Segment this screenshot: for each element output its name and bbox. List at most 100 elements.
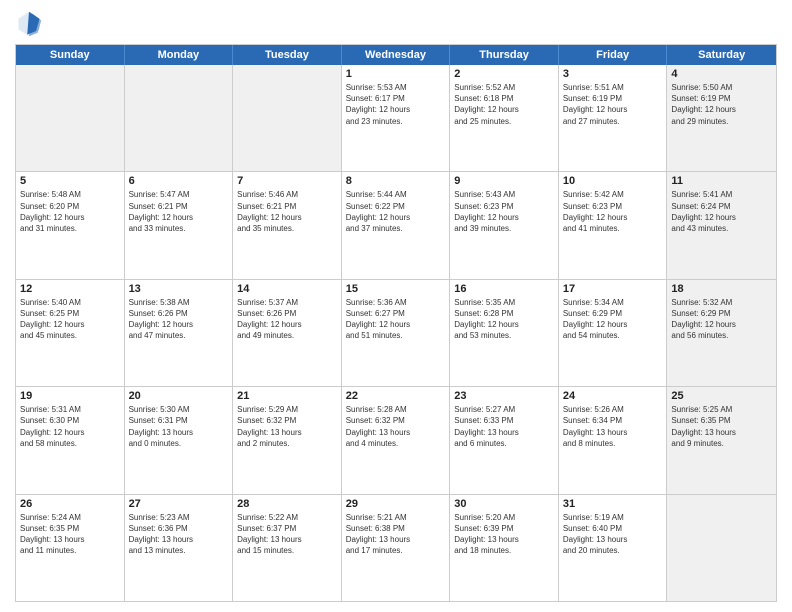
day-number: 9 <box>454 175 554 187</box>
day-number: 27 <box>129 498 229 510</box>
cell-info: Sunrise: 5:40 AMSunset: 6:25 PMDaylight:… <box>20 297 120 342</box>
cell-info: Sunrise: 5:27 AMSunset: 6:33 PMDaylight:… <box>454 404 554 449</box>
calendar-body: 1Sunrise: 5:53 AMSunset: 6:17 PMDaylight… <box>16 65 776 601</box>
day-number: 10 <box>563 175 663 187</box>
calendar-cell-19: 19 Sunrise: 5:31 AMSunset: 6:30 PMDayligh… <box>16 387 125 493</box>
calendar-cell-4: 4 Sunrise: 5:50 AMSunset: 6:19 PMDaylight… <box>667 65 776 171</box>
cell-info: Sunrise: 5:31 AMSunset: 6:30 PMDaylight:… <box>20 404 120 449</box>
calendar-cell-10: 10 Sunrise: 5:42 AMSunset: 6:23 PMDayligh… <box>559 172 668 278</box>
calendar-row-4: 26Sunrise: 5:24 AMSunset: 6:35 PMDayligh… <box>16 494 776 601</box>
day-number: 12 <box>20 283 120 295</box>
calendar-cell-18: 18Sunrise: 5:32 AMSunset: 6:29 PMDayligh… <box>667 280 776 386</box>
calendar-cell-empty <box>667 495 776 601</box>
cell-info: Sunrise: 5:30 AMSunset: 6:31 PMDaylight:… <box>129 404 229 449</box>
calendar-cell-13: 13 Sunrise: 5:38 AMSunset: 6:26 PMDayligh… <box>125 280 234 386</box>
cell-info: Sunrise: 5:38 AMSunset: 6:26 PMDaylight:… <box>129 297 229 342</box>
day-number: 19 <box>20 390 120 402</box>
day-number: 28 <box>237 498 337 510</box>
day-number: 7 <box>237 175 337 187</box>
cell-info: Sunrise: 5:42 AMSunset: 6:23 PMDaylight:… <box>563 189 663 234</box>
cell-info: Sunrise: 5:35 AMSunset: 6:28 PMDaylight:… <box>454 297 554 342</box>
calendar-cell-empty <box>125 65 234 171</box>
calendar-cell-29: 29 Sunrise: 5:21 AMSunset: 6:38 PMDayligh… <box>342 495 451 601</box>
day-number: 13 <box>129 283 229 295</box>
cell-info: Sunrise: 5:22 AMSunset: 6:37 PMDaylight:… <box>237 512 337 557</box>
calendar-cell-17: 17Sunrise: 5:34 AMSunset: 6:29 PMDayligh… <box>559 280 668 386</box>
page-header <box>15 10 777 38</box>
calendar-row-2: 12 Sunrise: 5:40 AMSunset: 6:25 PMDayligh… <box>16 279 776 386</box>
calendar-cell-empty <box>233 65 342 171</box>
calendar-row-1: 5Sunrise: 5:48 AMSunset: 6:20 PMDaylight… <box>16 171 776 278</box>
calendar-cell-24: 24Sunrise: 5:26 AMSunset: 6:34 PMDayligh… <box>559 387 668 493</box>
calendar-row-3: 19 Sunrise: 5:31 AMSunset: 6:30 PMDayligh… <box>16 386 776 493</box>
calendar-cell-21: 21 Sunrise: 5:29 AMSunset: 6:32 PMDayligh… <box>233 387 342 493</box>
day-number: 11 <box>671 175 772 187</box>
day-number: 30 <box>454 498 554 510</box>
calendar-cell-26: 26Sunrise: 5:24 AMSunset: 6:35 PMDayligh… <box>16 495 125 601</box>
cell-info: Sunrise: 5:41 AMSunset: 6:24 PMDaylight:… <box>671 189 772 234</box>
day-number: 20 <box>129 390 229 402</box>
day-number: 4 <box>671 68 772 80</box>
day-number: 25 <box>671 390 772 402</box>
day-number: 2 <box>454 68 554 80</box>
calendar-cell-1: 1Sunrise: 5:53 AMSunset: 6:17 PMDaylight… <box>342 65 451 171</box>
day-header-thursday: Thursday <box>450 45 559 65</box>
cell-info: Sunrise: 5:21 AMSunset: 6:38 PMDaylight:… <box>346 512 446 557</box>
logo <box>15 10 47 38</box>
calendar-cell-22: 22 Sunrise: 5:28 AMSunset: 6:32 PMDayligh… <box>342 387 451 493</box>
day-header-tuesday: Tuesday <box>233 45 342 65</box>
cell-info: Sunrise: 5:46 AMSunset: 6:21 PMDaylight:… <box>237 189 337 234</box>
calendar-cell-15: 15Sunrise: 5:36 AMSunset: 6:27 PMDayligh… <box>342 280 451 386</box>
calendar-cell-8: 8 Sunrise: 5:44 AMSunset: 6:22 PMDaylight… <box>342 172 451 278</box>
cell-info: Sunrise: 5:26 AMSunset: 6:34 PMDaylight:… <box>563 404 663 449</box>
cell-info: Sunrise: 5:28 AMSunset: 6:32 PMDaylight:… <box>346 404 446 449</box>
day-header-friday: Friday <box>559 45 668 65</box>
calendar-header: SundayMondayTuesdayWednesdayThursdayFrid… <box>16 45 776 65</box>
calendar-cell-5: 5Sunrise: 5:48 AMSunset: 6:20 PMDaylight… <box>16 172 125 278</box>
day-number: 22 <box>346 390 446 402</box>
cell-info: Sunrise: 5:47 AMSunset: 6:21 PMDaylight:… <box>129 189 229 234</box>
cell-info: Sunrise: 5:51 AMSunset: 6:19 PMDaylight:… <box>563 82 663 127</box>
day-header-wednesday: Wednesday <box>342 45 451 65</box>
calendar-cell-28: 28 Sunrise: 5:22 AMSunset: 6:37 PMDayligh… <box>233 495 342 601</box>
calendar-cell-7: 7 Sunrise: 5:46 AMSunset: 6:21 PMDaylight… <box>233 172 342 278</box>
day-header-sunday: Sunday <box>16 45 125 65</box>
cell-info: Sunrise: 5:25 AMSunset: 6:35 PMDaylight:… <box>671 404 772 449</box>
day-number: 16 <box>454 283 554 295</box>
day-number: 23 <box>454 390 554 402</box>
cell-info: Sunrise: 5:32 AMSunset: 6:29 PMDaylight:… <box>671 297 772 342</box>
day-header-saturday: Saturday <box>667 45 776 65</box>
cell-info: Sunrise: 5:52 AMSunset: 6:18 PMDaylight:… <box>454 82 554 127</box>
calendar-row-0: 1Sunrise: 5:53 AMSunset: 6:17 PMDaylight… <box>16 65 776 171</box>
cell-info: Sunrise: 5:44 AMSunset: 6:22 PMDaylight:… <box>346 189 446 234</box>
logo-icon <box>15 10 43 38</box>
calendar-cell-30: 30Sunrise: 5:20 AMSunset: 6:39 PMDayligh… <box>450 495 559 601</box>
cell-info: Sunrise: 5:23 AMSunset: 6:36 PMDaylight:… <box>129 512 229 557</box>
cell-info: Sunrise: 5:43 AMSunset: 6:23 PMDaylight:… <box>454 189 554 234</box>
day-number: 17 <box>563 283 663 295</box>
calendar-cell-20: 20 Sunrise: 5:30 AMSunset: 6:31 PMDayligh… <box>125 387 234 493</box>
calendar-cell-16: 16 Sunrise: 5:35 AMSunset: 6:28 PMDayligh… <box>450 280 559 386</box>
cell-info: Sunrise: 5:37 AMSunset: 6:26 PMDaylight:… <box>237 297 337 342</box>
calendar-cell-12: 12 Sunrise: 5:40 AMSunset: 6:25 PMDayligh… <box>16 280 125 386</box>
calendar-cell-9: 9 Sunrise: 5:43 AMSunset: 6:23 PMDaylight… <box>450 172 559 278</box>
calendar-cell-14: 14 Sunrise: 5:37 AMSunset: 6:26 PMDayligh… <box>233 280 342 386</box>
calendar-cell-empty <box>16 65 125 171</box>
calendar: SundayMondayTuesdayWednesdayThursdayFrid… <box>15 44 777 602</box>
day-number: 29 <box>346 498 446 510</box>
day-number: 21 <box>237 390 337 402</box>
day-number: 14 <box>237 283 337 295</box>
calendar-cell-11: 11 Sunrise: 5:41 AMSunset: 6:24 PMDayligh… <box>667 172 776 278</box>
day-header-monday: Monday <box>125 45 234 65</box>
cell-info: Sunrise: 5:19 AMSunset: 6:40 PMDaylight:… <box>563 512 663 557</box>
calendar-cell-23: 23 Sunrise: 5:27 AMSunset: 6:33 PMDayligh… <box>450 387 559 493</box>
cell-info: Sunrise: 5:50 AMSunset: 6:19 PMDaylight:… <box>671 82 772 127</box>
day-number: 31 <box>563 498 663 510</box>
day-number: 8 <box>346 175 446 187</box>
cell-info: Sunrise: 5:53 AMSunset: 6:17 PMDaylight:… <box>346 82 446 127</box>
cell-info: Sunrise: 5:24 AMSunset: 6:35 PMDaylight:… <box>20 512 120 557</box>
cell-info: Sunrise: 5:29 AMSunset: 6:32 PMDaylight:… <box>237 404 337 449</box>
calendar-cell-25: 25 Sunrise: 5:25 AMSunset: 6:35 PMDayligh… <box>667 387 776 493</box>
calendar-cell-3: 3Sunrise: 5:51 AMSunset: 6:19 PMDaylight… <box>559 65 668 171</box>
calendar-cell-2: 2 Sunrise: 5:52 AMSunset: 6:18 PMDaylight… <box>450 65 559 171</box>
